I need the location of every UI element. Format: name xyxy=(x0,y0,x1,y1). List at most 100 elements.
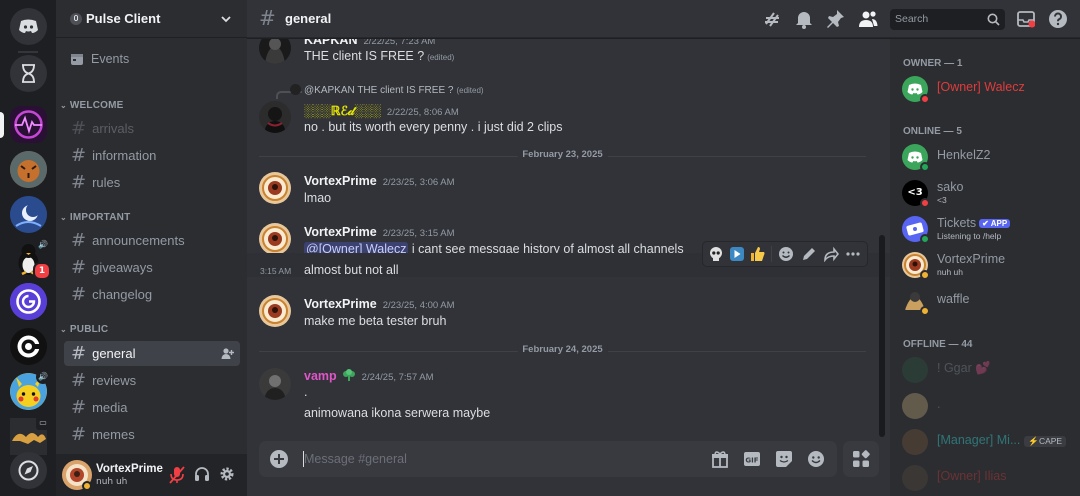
gif-icon[interactable]: GIF xyxy=(743,450,761,468)
channel-arrivals[interactable]: # arrivals xyxy=(64,116,240,141)
member-row[interactable]: Tickets ✔ APP Listening to /help xyxy=(902,214,1072,248)
chat-scrollbar[interactable] xyxy=(879,235,885,437)
avatar[interactable] xyxy=(259,39,291,64)
member-list-icon[interactable] xyxy=(858,9,878,29)
channel-name: information xyxy=(92,148,157,163)
search-input[interactable]: Search xyxy=(890,9,1005,30)
date-divider: February 23, 2025 xyxy=(259,149,866,160)
member-row[interactable]: <3 sako <3 xyxy=(902,178,1072,212)
bell-icon[interactable] xyxy=(795,9,813,29)
add-reaction-icon[interactable] xyxy=(778,246,794,262)
category-important[interactable]: ⌄ IMPORTANT xyxy=(60,212,130,223)
channel-giveaways[interactable]: # giveaways xyxy=(64,255,240,280)
message-timestamp: 3:15 AM xyxy=(260,266,292,276)
hash-icon: # xyxy=(71,397,87,418)
threads-icon[interactable] xyxy=(763,9,783,29)
edited-label: (edited) xyxy=(456,86,484,95)
message-author[interactable]: VortexPrime 2/23/25, 3:06 AM xyxy=(304,174,455,188)
avatar[interactable] xyxy=(259,223,291,255)
channel-name: reviews xyxy=(92,373,137,388)
banner-server-icon[interactable]: ▭ xyxy=(10,416,50,455)
message-composer[interactable]: Message #general GIF xyxy=(259,441,837,477)
channel-general[interactable]: # general xyxy=(64,341,240,366)
edit-pencil-icon[interactable] xyxy=(801,246,817,262)
avatar[interactable] xyxy=(259,101,291,133)
message-timestamp: 2/22/25, 8:06 AM xyxy=(386,107,459,118)
category-welcome[interactable]: ⌄ WELCOME xyxy=(60,100,124,111)
online-status-indicator xyxy=(920,162,930,172)
channel-name: general xyxy=(92,346,136,361)
channel-media[interactable]: # media xyxy=(64,395,240,420)
channel-reviews[interactable]: # reviews xyxy=(64,368,240,393)
headphones-icon[interactable] xyxy=(194,466,210,482)
message-author[interactable]: ░░░ℝℰ𝒹░░░ 2/22/25, 8:06 AM xyxy=(304,103,459,119)
mic-muted-icon[interactable] xyxy=(169,466,185,484)
channel-information[interactable]: # information xyxy=(64,143,240,168)
gear-icon[interactable] xyxy=(219,466,235,482)
message-content: make me beta tester bruh xyxy=(304,314,447,328)
penguin-server-icon[interactable]: 1 🔊 xyxy=(10,238,51,280)
member-row[interactable]: [Manager] Mi... ⚡CAPE xyxy=(902,427,1072,461)
message-author[interactable]: VortexPrime 2/23/25, 3:15 AM xyxy=(304,225,455,239)
channel-changelog[interactable]: # changelog xyxy=(64,282,240,307)
discover-icon[interactable] xyxy=(10,452,47,489)
message-timestamp: 2/22/25, 7:23 AM xyxy=(363,39,436,47)
inbox-icon[interactable] xyxy=(1017,9,1035,29)
guild-header[interactable]: 0 Pulse Client xyxy=(56,0,247,38)
channel-sidebar: 0 Pulse Client Events ⌄ WELCOME # arrivals… xyxy=(56,0,247,496)
channel-announcements[interactable]: # announcements xyxy=(64,228,240,253)
cape-tag: ⚡CAPE xyxy=(1024,436,1067,447)
discord-home-icon[interactable] xyxy=(10,8,47,45)
idle-status-indicator xyxy=(920,270,930,280)
forward-icon[interactable] xyxy=(823,246,839,262)
play-button-emoji-reaction[interactable] xyxy=(729,246,745,262)
tiger-server-icon[interactable] xyxy=(10,151,47,188)
circle-c-server-icon[interactable] xyxy=(10,328,47,365)
skull-emoji-reaction[interactable] xyxy=(708,246,724,262)
message-author[interactable]: KAPKAN 2/22/25, 7:23 AM xyxy=(304,39,435,47)
server-rail: 1 🔊 🔊 ▭ xyxy=(0,0,56,496)
dnd-status-indicator xyxy=(920,94,930,104)
more-options-icon[interactable] xyxy=(845,246,861,262)
pin-icon[interactable] xyxy=(826,9,845,29)
avatar[interactable] xyxy=(259,295,291,327)
channel-name: memes xyxy=(92,427,135,442)
member-row[interactable]: HenkelZ2 xyxy=(902,142,1072,176)
avatar[interactable] xyxy=(259,368,291,400)
add-member-icon[interactable] xyxy=(221,347,234,360)
moon-server-icon[interactable] xyxy=(10,196,47,233)
member-row[interactable]: VortexPrime nuh uh xyxy=(902,250,1072,284)
hash-icon: # xyxy=(71,172,87,193)
member-row[interactable]: . xyxy=(902,391,1072,425)
member-name: . xyxy=(937,397,941,411)
reply-preview[interactable]: @KAPKAN THE client IS FREE ? (edited) xyxy=(290,84,484,96)
apps-grid-icon xyxy=(853,450,870,467)
message-content: THE client IS FREE ? (edited) xyxy=(304,49,455,63)
sticker-icon[interactable] xyxy=(775,450,793,468)
pikachu-server-icon[interactable]: 🔊 xyxy=(10,370,50,410)
avatar[interactable] xyxy=(259,172,291,204)
apps-button[interactable] xyxy=(843,441,879,477)
spiral-g-server-icon[interactable] xyxy=(10,283,47,320)
message-content: lmao xyxy=(304,191,332,205)
message-author[interactable]: vamp 2/24/25, 7:57 AM xyxy=(304,369,434,383)
hourglass-server-icon[interactable] xyxy=(10,55,47,92)
member-row[interactable]: [Owner] Walecz xyxy=(902,74,1072,108)
gift-icon[interactable] xyxy=(711,450,729,468)
pulse-wave-server-icon[interactable] xyxy=(10,106,47,143)
member-row[interactable]: [Owner] Ilias xyxy=(902,463,1072,496)
member-row[interactable]: ! Ggar 💕 xyxy=(902,355,1072,389)
category-public[interactable]: ⌄ PUBLIC xyxy=(60,324,108,335)
message-author[interactable]: VortexPrime 2/23/25, 4:00 AM xyxy=(304,297,455,311)
hash-icon: # xyxy=(259,6,276,30)
thumbs-up-emoji-reaction[interactable] xyxy=(750,246,766,262)
channel-memes[interactable]: # memes xyxy=(64,422,240,447)
channel-rules[interactable]: # rules xyxy=(64,170,240,195)
member-name: Tickets ✔ APP xyxy=(937,216,1011,230)
events-link[interactable]: Events xyxy=(70,52,129,66)
member-name: [Manager] Mi... ⚡CAPE xyxy=(937,433,1067,447)
help-icon[interactable] xyxy=(1048,9,1068,29)
upload-plus-icon[interactable] xyxy=(269,449,289,469)
member-row[interactable]: waffle xyxy=(902,286,1072,320)
emoji-icon[interactable] xyxy=(807,450,825,468)
